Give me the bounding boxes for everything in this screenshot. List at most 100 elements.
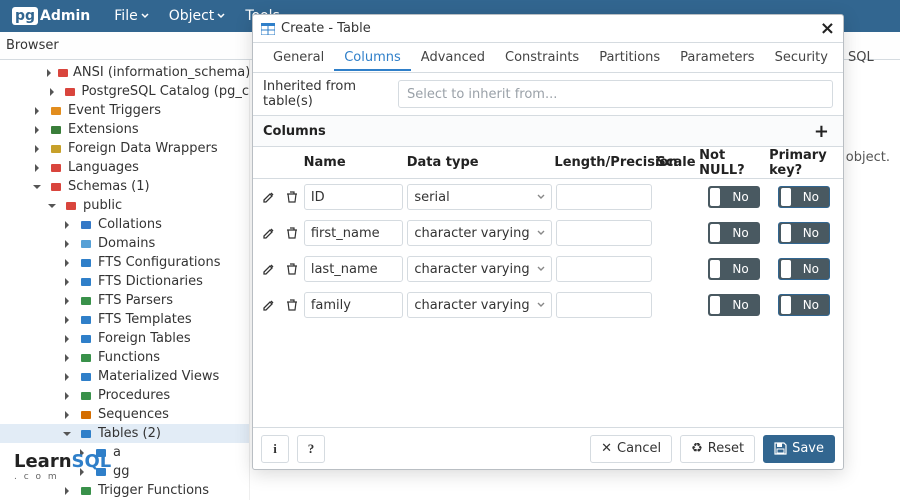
tree-node-label: Domains bbox=[98, 236, 155, 251]
close-icon[interactable]: × bbox=[820, 18, 835, 39]
expand-toggle[interactable] bbox=[45, 88, 58, 96]
expand-toggle[interactable] bbox=[45, 69, 53, 77]
expand-toggle[interactable] bbox=[60, 316, 74, 324]
tree-node[interactable]: Sequences bbox=[0, 405, 249, 424]
tree-node[interactable]: a bbox=[0, 443, 249, 462]
delete-row-button[interactable] bbox=[285, 190, 299, 204]
tab-partitions[interactable]: Partitions bbox=[589, 44, 670, 71]
tree-node[interactable]: PostgreSQL Catalog (pg_c bbox=[0, 82, 249, 101]
tree-node[interactable]: Languages bbox=[0, 158, 249, 177]
expand-toggle[interactable] bbox=[60, 221, 74, 229]
ext-icon bbox=[48, 122, 64, 138]
column-type-select[interactable]: character varying bbox=[407, 220, 551, 246]
tree-node[interactable]: Extensions bbox=[0, 120, 249, 139]
column-name-input[interactable] bbox=[304, 256, 404, 282]
column-type-select[interactable]: character varying bbox=[407, 256, 551, 282]
tab-advanced[interactable]: Advanced bbox=[411, 44, 495, 71]
column-length-input[interactable] bbox=[556, 220, 652, 246]
expand-toggle[interactable] bbox=[60, 240, 74, 248]
tree-node[interactable]: FTS Configurations bbox=[0, 253, 249, 272]
tree-node[interactable]: Functions bbox=[0, 348, 249, 367]
column-name-input[interactable] bbox=[304, 220, 404, 246]
tree-node[interactable]: Procedures bbox=[0, 386, 249, 405]
column-name-input[interactable] bbox=[304, 184, 404, 210]
tree-node[interactable]: gg bbox=[0, 462, 249, 481]
not-null-toggle[interactable]: No bbox=[708, 222, 760, 244]
column-length-input[interactable] bbox=[556, 256, 652, 282]
info-button[interactable]: i bbox=[261, 435, 289, 463]
not-null-toggle[interactable]: No bbox=[708, 186, 760, 208]
tree-node-label: Tables (2) bbox=[98, 426, 161, 441]
inherit-select[interactable]: Select to inherit from... bbox=[398, 80, 833, 108]
expand-toggle[interactable] bbox=[30, 145, 44, 153]
primary-key-toggle[interactable]: No bbox=[778, 222, 830, 244]
tree-node[interactable]: FTS Parsers bbox=[0, 291, 249, 310]
tab-parameters[interactable]: Parameters bbox=[670, 44, 764, 71]
expand-toggle[interactable] bbox=[75, 468, 89, 476]
delete-row-button[interactable] bbox=[285, 226, 299, 240]
column-length-input[interactable] bbox=[556, 292, 652, 318]
expand-toggle[interactable] bbox=[60, 278, 74, 286]
expand-toggle[interactable] bbox=[30, 126, 44, 134]
expand-toggle[interactable] bbox=[60, 297, 74, 305]
tree-node[interactable]: Tables (2) bbox=[0, 424, 249, 443]
expand-toggle[interactable] bbox=[60, 373, 74, 381]
reset-button[interactable]: ♻Reset bbox=[680, 435, 755, 463]
tree-node[interactable]: Foreign Data Wrappers bbox=[0, 139, 249, 158]
tree-node-label: a bbox=[113, 445, 121, 460]
expand-toggle[interactable] bbox=[60, 354, 74, 362]
add-column-button[interactable]: + bbox=[810, 121, 833, 142]
tab-constraints[interactable]: Constraints bbox=[495, 44, 589, 71]
tree-node[interactable]: FTS Templates bbox=[0, 310, 249, 329]
delete-row-button[interactable] bbox=[285, 262, 299, 276]
expand-toggle[interactable] bbox=[30, 164, 44, 172]
not-null-toggle[interactable]: No bbox=[708, 258, 760, 280]
expand-toggle[interactable] bbox=[60, 392, 74, 400]
not-null-toggle[interactable]: No bbox=[708, 294, 760, 316]
primary-key-toggle[interactable]: No bbox=[778, 294, 830, 316]
cancel-button[interactable]: ✕Cancel bbox=[590, 435, 672, 463]
inherit-label: Inherited from table(s) bbox=[263, 79, 398, 109]
tree-node[interactable]: ANSI (information_schema) bbox=[0, 63, 249, 82]
tree-node[interactable]: Schemas (1) bbox=[0, 177, 249, 196]
tree-node[interactable]: public bbox=[0, 196, 249, 215]
tree-node[interactable]: Event Triggers bbox=[0, 101, 249, 120]
expand-toggle[interactable] bbox=[45, 202, 59, 210]
expand-toggle[interactable] bbox=[30, 183, 44, 191]
chevron-down-icon bbox=[217, 12, 225, 20]
column-type-select[interactable]: character varying bbox=[407, 292, 551, 318]
tree-node[interactable]: Trigger Functions bbox=[0, 481, 249, 500]
tree-node[interactable]: FTS Dictionaries bbox=[0, 272, 249, 291]
edit-row-button[interactable] bbox=[262, 190, 276, 204]
expand-toggle[interactable] bbox=[75, 449, 89, 457]
edit-row-button[interactable] bbox=[262, 226, 276, 240]
expand-toggle[interactable] bbox=[60, 411, 74, 419]
tab-security[interactable]: Security bbox=[765, 44, 838, 71]
primary-key-toggle[interactable]: No bbox=[778, 258, 830, 280]
save-button[interactable]: Save bbox=[763, 435, 835, 463]
column-row: character varying No No bbox=[253, 215, 843, 251]
column-length-input[interactable] bbox=[556, 184, 652, 210]
primary-key-toggle[interactable]: No bbox=[778, 186, 830, 208]
expand-toggle[interactable] bbox=[30, 107, 44, 115]
tab-general[interactable]: General bbox=[263, 44, 334, 71]
menu-file[interactable]: File bbox=[104, 8, 158, 24]
edit-row-button[interactable] bbox=[262, 262, 276, 276]
column-name-input[interactable] bbox=[304, 292, 404, 318]
edit-row-button[interactable] bbox=[262, 298, 276, 312]
tab-sql[interactable]: SQL bbox=[838, 44, 884, 71]
expand-toggle[interactable] bbox=[60, 259, 74, 267]
tab-columns[interactable]: Columns bbox=[334, 44, 411, 71]
tree-node[interactable]: Foreign Tables bbox=[0, 329, 249, 348]
expand-toggle[interactable] bbox=[60, 335, 74, 343]
tree-node[interactable]: Collations bbox=[0, 215, 249, 234]
expand-toggle[interactable] bbox=[60, 430, 74, 438]
tree-node[interactable]: Materialized Views bbox=[0, 367, 249, 386]
menu-object[interactable]: Object bbox=[159, 8, 236, 24]
help-button[interactable]: ? bbox=[297, 435, 325, 463]
expand-toggle[interactable] bbox=[60, 487, 74, 495]
fn-icon bbox=[78, 350, 94, 366]
column-type-select[interactable]: serial bbox=[407, 184, 551, 210]
delete-row-button[interactable] bbox=[285, 298, 299, 312]
tree-node[interactable]: Domains bbox=[0, 234, 249, 253]
